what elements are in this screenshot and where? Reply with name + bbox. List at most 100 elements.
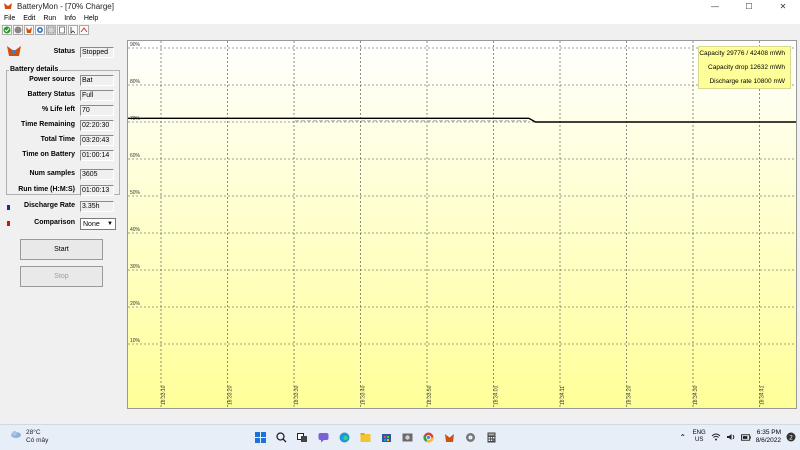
comparison-marker [7,221,10,226]
chevron-down-icon: ▼ [107,221,113,227]
windows-taskbar: 28°C Có mây ⌃ ENG US 6:35 PM 8/6/2022 2 [0,424,800,450]
toolbar [0,24,800,36]
time-on-battery-label: Time on Battery [22,151,75,158]
status-row: Status Stopped [0,46,122,59]
menu-info[interactable]: Info [60,15,80,22]
wifi-icon[interactable] [711,432,721,442]
clock[interactable]: 6:35 PM 8/6/2022 [756,429,781,445]
y-tick-label: 80% [130,79,141,85]
chrome-icon[interactable] [420,429,437,446]
discharge-rate-label: Discharge Rate [24,202,75,209]
task-view-icon[interactable] [294,429,311,446]
y-tick-label: 90% [130,42,141,48]
capacity-drop-text: Capacity drop 12632 mWh [708,64,785,71]
window-title: BatteryMon - [70% Charge] [17,1,114,11]
battery-details-title: Battery details [9,66,60,73]
total-time-label: Total Time [40,136,75,143]
x-tick-label: 18:33:50 [427,385,433,405]
calculator-icon[interactable] [483,429,500,446]
y-tick-label: 10% [130,338,141,344]
windows-start-icon[interactable] [252,429,269,446]
y-tick-label: 60% [130,153,141,159]
battery-status-value: Full [80,90,114,101]
settings-icon[interactable] [35,25,45,35]
menu-edit[interactable]: Edit [19,15,39,22]
discharge-rate-text: Discharge rate 10800 mW [709,78,785,85]
check-icon[interactable] [2,25,12,35]
chevron-up-icon[interactable]: ⌃ [678,432,688,442]
edge-icon[interactable] [336,429,353,446]
chart-svg: 90%80%70%60%50%40%30%20%10% 18:33:10 18:3… [128,41,796,408]
language-indicator[interactable]: ENG US [693,430,706,444]
discharge-rate-row: Discharge Rate 3.35h [0,200,122,213]
batterymon-app-icon [4,3,12,9]
status-value: Stopped [80,47,114,58]
svg-text:2: 2 [789,434,793,441]
battery-tray-icon[interactable] [740,432,751,442]
comparison-label: Comparison [34,219,75,226]
power-source-row: Power source Bat [0,74,122,87]
start-button[interactable]: Start [20,239,103,260]
menu-file[interactable]: File [0,15,19,22]
battery-icon[interactable] [24,25,34,35]
menu-help[interactable]: Help [80,15,102,22]
run-time-label: Run time (H:M:S) [18,186,75,193]
pointer-icon[interactable] [68,25,78,35]
battery-status-row: Battery Status Full [0,89,122,102]
arrow-icon[interactable] [79,25,89,35]
lang-bottom: US [695,437,704,443]
notification-icon[interactable]: 2 [786,432,796,442]
doc-icon[interactable] [57,25,67,35]
chart-background [128,41,796,408]
cloud-icon [11,431,21,438]
lang-top: ENG [692,430,706,436]
search-icon[interactable] [273,429,290,446]
power-source-value: Bat [80,75,114,86]
info-icon[interactable] [46,25,56,35]
comparison-select[interactable]: None ▼ [80,218,116,230]
battery-status-label: Battery Status [27,91,75,98]
title-bar: BatteryMon - [70% Charge] — ☐ ✕ [0,0,800,12]
comparison-row: Comparison None ▼ [0,217,122,230]
num-samples-value: 3605 [80,169,114,180]
num-samples-row: Num samples 3605 [0,168,122,181]
batterymon-window: BatteryMon - [70% Charge] — ☐ ✕ File Edi… [0,0,800,450]
x-tick-label: 18:34:11 [560,386,566,405]
life-left-value: 70 [80,105,114,116]
weather-widget[interactable]: 28°C Có mây [10,429,48,445]
time-remaining-label: Time Remaining [21,121,75,128]
close-button[interactable]: ✕ [766,0,800,12]
x-tick-label: 18:33:30 [294,385,300,405]
weather-desc: Có mây [26,437,49,444]
time-on-battery-row: Time on Battery 01:00:14 [0,149,122,162]
batterymon-icon[interactable] [441,429,458,446]
menu-bar: File Edit Run Info Help [0,12,800,24]
total-time-value: 03:20:43 [80,135,114,146]
comparison-selected: None [83,220,100,228]
minimize-button[interactable]: — [698,0,732,12]
clock-time: 6:35 PM [756,429,781,436]
menu-run[interactable]: Run [39,15,60,22]
time-remaining-row: Time Remaining 02:20:30 [0,119,122,132]
system-tray: ⌃ ENG US 6:35 PM 8/6/2022 2 [678,429,796,445]
y-tick-label: 50% [130,190,141,196]
record-icon[interactable] [13,25,23,35]
life-left-row: % Life left 70 [0,104,122,117]
y-tick-label: 30% [130,264,141,270]
settings-gear-icon[interactable] [462,429,479,446]
num-samples-label: Num samples [29,170,75,177]
file-explorer-icon[interactable] [357,429,374,446]
discharge-rate-value: 3.35h [80,201,114,212]
capacity-text: Capacity 29776 / 42408 mWh [699,50,785,57]
volume-icon[interactable] [726,432,736,442]
y-tick-label: 20% [130,301,141,307]
maximize-button[interactable]: ☐ [732,0,766,12]
store-icon[interactable] [378,429,395,446]
stop-button[interactable]: Stop [20,266,103,287]
chat-icon[interactable] [315,429,332,446]
photos-icon[interactable] [399,429,416,446]
total-time-row: Total Time 03:20:43 [0,134,122,147]
y-tick-label: 40% [130,227,141,233]
x-tick-label: 18:34:20 [627,385,633,405]
x-tick-label: 18:34:01 [494,385,500,405]
